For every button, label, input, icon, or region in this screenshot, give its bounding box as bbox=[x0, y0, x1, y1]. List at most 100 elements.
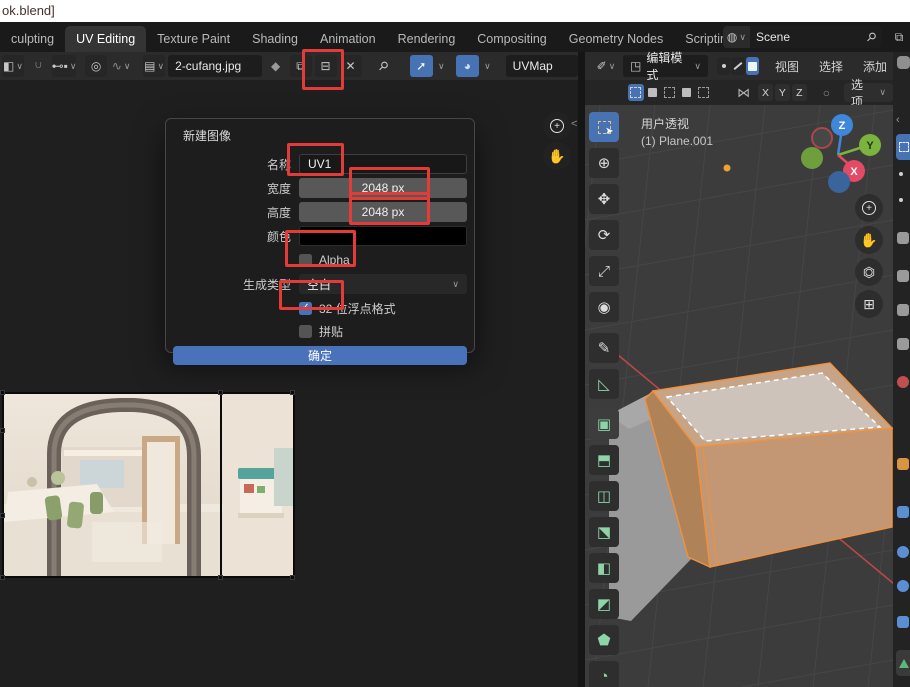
pan-button[interactable]: ✋ bbox=[543, 142, 571, 170]
editor-type-dropdown[interactable]: ◧∨ bbox=[2, 55, 24, 77]
ok-button[interactable]: 确定 bbox=[173, 346, 467, 365]
select-new-button[interactable] bbox=[628, 84, 644, 101]
move-tool[interactable]: ✥ bbox=[589, 184, 619, 214]
tab-render[interactable] bbox=[897, 232, 909, 244]
chevron-down-icon[interactable]: ∨ bbox=[484, 61, 491, 72]
magnifier-plus-icon: + bbox=[550, 119, 564, 133]
perspective-toggle-button[interactable]: ⊞ bbox=[855, 290, 883, 318]
uv-handle[interactable] bbox=[290, 575, 295, 580]
scale-tool[interactable]: ⤢ bbox=[589, 256, 619, 286]
properties-header-icon[interactable] bbox=[897, 56, 910, 69]
uv-handle[interactable] bbox=[0, 390, 5, 395]
bevel-tool[interactable]: ⬔ bbox=[589, 517, 619, 547]
camera-view-button[interactable]: ⏣ bbox=[855, 258, 883, 286]
mirror-z-button[interactable]: Z bbox=[792, 84, 807, 101]
dialog-title: 新建图像 bbox=[183, 127, 467, 144]
tab-world[interactable] bbox=[897, 376, 909, 388]
proportional-circle-icon[interactable]: ○ bbox=[823, 87, 830, 99]
scene-browse-button[interactable]: ◍ ∨ bbox=[723, 26, 750, 48]
proportional-circle-icon: ◎ bbox=[91, 60, 101, 72]
collapse-sidebar-arrow[interactable]: < bbox=[571, 118, 577, 130]
tab-output[interactable] bbox=[897, 270, 909, 282]
rotate-tool[interactable]: ⟳ bbox=[589, 220, 619, 250]
vertex-icon bbox=[722, 64, 726, 68]
tab-particles[interactable] bbox=[897, 546, 909, 558]
tab-uv-editing[interactable]: UV Editing bbox=[65, 26, 146, 52]
loop-cut-tool[interactable]: ◧ bbox=[589, 553, 619, 583]
gizmo-x-negative[interactable] bbox=[812, 128, 832, 148]
tab-object[interactable] bbox=[897, 458, 909, 470]
collapse-arrow[interactable]: ‹ bbox=[896, 114, 900, 126]
gizmo-y-negative[interactable] bbox=[801, 147, 823, 169]
tab-sculpting[interactable]: culpting bbox=[0, 26, 65, 52]
tool-settings-dropdown[interactable]: ✐∨ bbox=[595, 55, 617, 77]
poly-build-tool[interactable]: ⬟ bbox=[589, 625, 619, 655]
measure-tool[interactable]: ◺ bbox=[589, 369, 619, 399]
mirror-x-button[interactable]: X bbox=[758, 84, 773, 101]
mirror-y-button[interactable]: Y bbox=[775, 84, 790, 101]
fake-user-button[interactable]: ◆ bbox=[265, 55, 287, 77]
tab-shading[interactable]: Shading bbox=[241, 26, 309, 52]
uv-handle[interactable] bbox=[218, 575, 223, 580]
vertex-select-button[interactable] bbox=[717, 57, 730, 75]
tab-modifiers[interactable] bbox=[897, 506, 909, 518]
chevron-down-icon[interactable]: ∨ bbox=[438, 61, 445, 72]
tab-constraints[interactable] bbox=[897, 616, 909, 628]
image-icon: ▤ bbox=[144, 60, 155, 72]
select-subtract-button[interactable] bbox=[662, 84, 678, 101]
inset-faces-tool[interactable]: ◫ bbox=[589, 481, 619, 511]
uv-handle[interactable] bbox=[0, 428, 5, 433]
tab-compositing[interactable]: Compositing bbox=[466, 26, 557, 52]
gizmo-toggle-button[interactable]: ➚ bbox=[410, 55, 433, 77]
extrude-tool[interactable]: ⬒ bbox=[589, 445, 619, 475]
viewport-zoom-button[interactable]: + bbox=[855, 194, 883, 222]
tab-texture-paint[interactable]: Texture Paint bbox=[146, 26, 241, 52]
cursor-tool[interactable]: ⊕ bbox=[589, 148, 619, 178]
tab-view-layer[interactable] bbox=[897, 304, 909, 316]
new-scene-button[interactable]: ⧉ bbox=[888, 26, 910, 48]
face-select-button[interactable] bbox=[746, 57, 759, 75]
uv-handle[interactable] bbox=[218, 390, 223, 395]
display-channels-button[interactable]: ◕ bbox=[456, 55, 479, 77]
falloff-dropdown[interactable]: ∿∨ bbox=[110, 55, 132, 77]
proportional-editing-button[interactable]: ◎ bbox=[85, 55, 107, 77]
snap-toggle-button[interactable]: ∩ bbox=[27, 55, 49, 77]
scene-name-field[interactable]: Scene ⚲ bbox=[750, 26, 882, 48]
menu-select[interactable]: 选择 bbox=[813, 58, 849, 75]
knife-tool[interactable]: ◩ bbox=[589, 589, 619, 619]
image-browse-dropdown[interactable]: ▤∨ bbox=[143, 55, 165, 77]
sphere-icon: ◕ bbox=[464, 60, 471, 72]
image-name-field[interactable]: 2-cufang.jpg bbox=[168, 55, 261, 77]
spin-tool[interactable]: ◔ bbox=[589, 661, 619, 687]
tab-rendering[interactable]: Rendering bbox=[387, 26, 467, 52]
viewport-3d[interactable]: Z Y X 用户透视 (1) Plane.001 ➤ ⊕ ✥ ⟳ ⤢ ◉ ✎ ◺… bbox=[585, 105, 893, 687]
mode-selector[interactable]: ◳编辑模式 ∨ bbox=[623, 55, 708, 77]
uv-handle[interactable] bbox=[290, 390, 295, 395]
options-dropdown[interactable]: 选项 ∨ bbox=[844, 83, 893, 102]
add-cube-tool[interactable]: ▣ bbox=[589, 409, 619, 439]
tab-physics[interactable] bbox=[897, 580, 909, 592]
pin-button[interactable]: ⚲ bbox=[373, 55, 395, 77]
gizmo-z-negative[interactable] bbox=[828, 171, 850, 193]
tab-object-data[interactable] bbox=[896, 650, 910, 676]
select-box-tool[interactable]: ➤ bbox=[589, 112, 619, 142]
tab-scene[interactable] bbox=[897, 338, 909, 350]
menu-view[interactable]: 视图 bbox=[769, 58, 805, 75]
tiled-checkbox[interactable] bbox=[299, 325, 312, 338]
origin-dot bbox=[724, 165, 731, 172]
zoom-button[interactable]: + bbox=[543, 112, 571, 140]
uv-handle[interactable] bbox=[0, 513, 5, 518]
uv-handle[interactable] bbox=[0, 575, 5, 580]
snap-target-dropdown[interactable]: ⊷▪∨ bbox=[52, 55, 76, 77]
select-extend-button[interactable] bbox=[645, 84, 661, 101]
menu-add[interactable]: 添加 bbox=[857, 58, 893, 75]
editor-divider[interactable] bbox=[578, 52, 585, 687]
select-invert-button[interactable] bbox=[678, 84, 694, 101]
tab-active-tool[interactable] bbox=[896, 134, 910, 160]
select-intersect-button[interactable] bbox=[695, 84, 711, 101]
uvmap-field[interactable]: UVMap bbox=[506, 55, 578, 77]
annotate-tool[interactable]: ✎ bbox=[589, 333, 619, 363]
edge-select-button[interactable] bbox=[731, 57, 744, 75]
transform-tool[interactable]: ◉ bbox=[589, 292, 619, 322]
viewport-pan-button[interactable]: ✋ bbox=[855, 226, 883, 254]
